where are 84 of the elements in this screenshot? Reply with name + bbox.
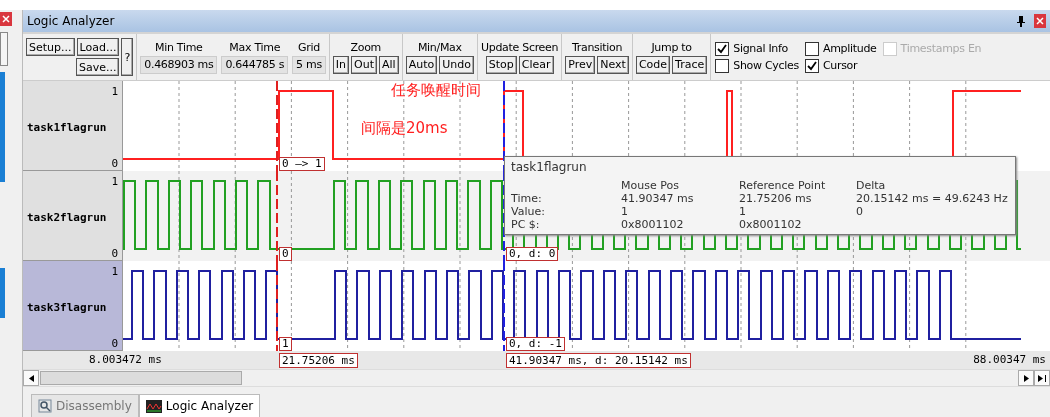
signal-name: task3flagrun [27, 301, 107, 314]
toolbar-button[interactable]: Undo [439, 55, 474, 74]
magnifier-icon [38, 399, 52, 413]
cursor-value-label: 0 [279, 247, 292, 261]
toolbar-button[interactable]: Auto [405, 55, 438, 74]
low-level-label: 0 [111, 157, 118, 170]
toolbar-button[interactable]: All [379, 55, 399, 74]
scroll-right-icon[interactable] [1018, 370, 1034, 386]
signal-name-panel[interactable]: 1 task2flagrun 0 [23, 171, 123, 261]
group-title: Transition [571, 40, 623, 54]
annotation-text: 间隔是20ms [361, 119, 448, 138]
tooltip-value: 1 [621, 205, 629, 218]
tooltip-title: task1flagrun [511, 160, 588, 174]
checkbox[interactable]: Cursor [804, 58, 877, 73]
cursor-value-label: 1 [279, 337, 292, 351]
axis-start-time: 8.003472 ms [89, 353, 162, 366]
setup-button[interactable]: Setup... [26, 38, 75, 56]
group-title: Zoom [350, 40, 381, 54]
signal-name-panel[interactable]: 1 task3flagrun 0 [23, 261, 123, 351]
checkbox[interactable]: Signal Info [715, 41, 799, 56]
toolbar-button[interactable]: Stop [485, 55, 517, 74]
cursor-value-label: 0 —> 1 [279, 157, 325, 171]
tooltip-heading: Reference Point [739, 179, 827, 192]
tab-marker-icon [0, 268, 5, 318]
toolbar-button[interactable]: Next [597, 55, 629, 74]
scroll-end-icon[interactable] [1034, 370, 1050, 386]
toolbar-button[interactable]: In [332, 55, 350, 74]
close-icon[interactable] [0, 12, 12, 26]
toolbar-button[interactable]: Code [635, 55, 671, 74]
group-title: Update Screen [480, 40, 559, 54]
readout-label: Min Time [155, 40, 203, 54]
toolbar-button[interactable]: Out [351, 55, 378, 74]
toolbar-button[interactable]: Clear [518, 55, 554, 74]
tooltip-value: 20.15142 ms = 49.6243 Hz [856, 192, 1009, 205]
tooltip-value: 0x8001102 [621, 218, 685, 231]
close-icon[interactable] [1034, 14, 1046, 28]
tooltip-value: 0x8001102 [739, 218, 803, 231]
high-level-label: 1 [111, 85, 118, 98]
scrollbar-thumb[interactable] [40, 371, 242, 385]
checkbox[interactable]: Amplitude [804, 41, 877, 56]
tooltip-row-label: PC $: [511, 218, 541, 231]
load-button[interactable]: Load... [76, 38, 120, 56]
check-icon [806, 60, 817, 71]
tooltip-value: 1 [739, 205, 747, 218]
readout-value: 5 ms [292, 55, 326, 74]
window-title: Logic Analyzer [27, 14, 116, 28]
signal-name: task1flagrun [27, 121, 107, 134]
toolbar-button[interactable]: Trace [672, 55, 708, 74]
tooltip-row-label: Value: [511, 205, 546, 218]
help-button[interactable]: ? [121, 38, 134, 76]
tab-marker-icon [0, 72, 5, 182]
group-title: Jump to [651, 40, 692, 54]
high-level-label: 1 [111, 265, 118, 278]
reference-time: 21.75206 ms [279, 353, 358, 368]
annotation-text: 任务唤醒时间 [391, 81, 481, 100]
check-icon [717, 43, 728, 54]
cursor-value-label: 0, d: -1 [506, 337, 565, 351]
mouse-time: 41.90347 ms, d: 20.15142 ms [506, 353, 691, 368]
scroll-left-icon[interactable] [23, 370, 39, 386]
signal-name-panel[interactable]: 1 task1flagrun 0 [23, 81, 123, 171]
panel-tab[interactable]: Disassembly [31, 394, 139, 417]
low-level-label: 0 [111, 337, 118, 350]
tooltip-value: 21.75206 ms [739, 192, 813, 205]
readout-value: 0.644785 s [221, 55, 289, 74]
axis-end-time: 88.00347 ms [973, 353, 1046, 366]
checkbox[interactable]: Show Cycles [715, 58, 799, 73]
panel-tab[interactable]: Logic Analyzer [138, 394, 261, 417]
readout-value: 0.468903 ms [140, 55, 218, 74]
low-level-label: 0 [111, 247, 118, 260]
cursor-value-label: 0, d: 0 [506, 247, 559, 261]
tooltip-heading: Delta [856, 179, 887, 192]
high-level-label: 1 [111, 175, 118, 188]
tooltip-value: 0 [856, 205, 864, 218]
toolbar-button[interactable]: Prev [565, 55, 596, 74]
tooltip-value: 41.90347 ms [621, 192, 695, 205]
tooltip-heading: Mouse Pos [621, 179, 680, 192]
waveform-icon [145, 399, 162, 413]
save-button[interactable]: Save... [75, 58, 120, 76]
group-title: Min/Max [417, 40, 462, 54]
readout-label: Max Time [229, 40, 281, 54]
tooltip-row-label: Time: [511, 192, 543, 205]
pin-icon[interactable] [1016, 15, 1026, 27]
readout-label: Grid [298, 40, 320, 54]
signal-name: task2flagrun [27, 211, 107, 224]
